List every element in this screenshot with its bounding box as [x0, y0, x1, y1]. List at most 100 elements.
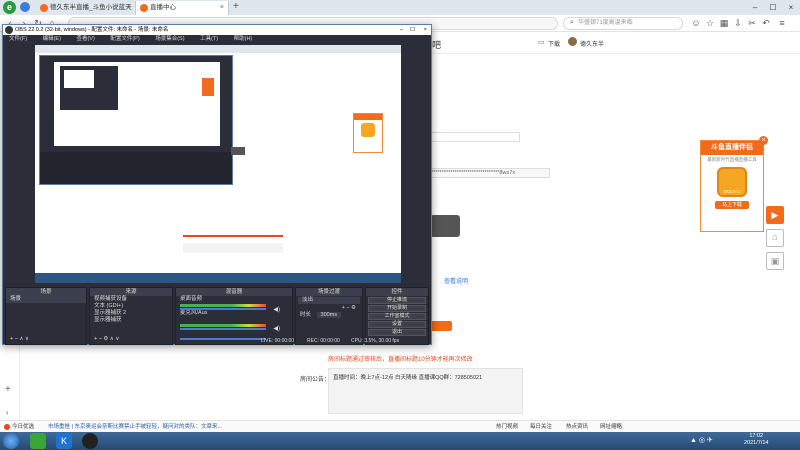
- undo-icon[interactable]: ↶: [760, 17, 772, 29]
- transition-controls-icon[interactable]: + – ⚙: [296, 305, 362, 312]
- k-app-icon[interactable]: K: [56, 433, 72, 449]
- user-icon[interactable]: ☺: [690, 17, 702, 29]
- menu-tools[interactable]: 工具(T): [200, 36, 218, 42]
- user-name[interactable]: 德久东半: [580, 39, 604, 48]
- tab-bar: e 德久东半直播_斗鱼小说蓝天 × 直播中心 × + – ☐ ×: [0, 0, 800, 15]
- client-icon[interactable]: ▣: [766, 252, 784, 270]
- menu-icon[interactable]: ≡: [776, 17, 788, 29]
- volume-slider[interactable]: [180, 328, 266, 330]
- download-icon[interactable]: ▭: [538, 38, 545, 46]
- home-float-icon[interactable]: ⌂: [766, 229, 784, 247]
- obs-taskbar-icon[interactable]: [82, 433, 98, 449]
- ad-logo-icon: DOUYU: [717, 167, 747, 197]
- ad-subtitle: 最新新时代直播直播工具: [707, 157, 757, 162]
- close-icon[interactable]: ×: [127, 1, 131, 15]
- minimize-button[interactable]: –: [400, 25, 403, 35]
- menu-view[interactable]: 查看(V): [76, 36, 94, 42]
- scenes-title: 场景: [6, 288, 86, 296]
- today-picks-icon: [4, 424, 10, 430]
- obs-menu-bar: 文件(F) 编辑(E) 查看(V) 配置文件(P) 场景集合(S) 工具(T) …: [3, 35, 431, 44]
- transitions-title: 场景过渡: [296, 288, 362, 296]
- transition-select[interactable]: 淡出: [298, 297, 360, 304]
- announce-textarea[interactable]: 直播时间：晚上7点-12点 白天随缘 直播课QQ群：728505021: [328, 368, 523, 414]
- page-header: 吧 ▭ 下载 德久东半: [430, 32, 800, 54]
- favorites-icon[interactable]: ☆: [704, 17, 716, 29]
- download-icon[interactable]: ⇩: [732, 17, 744, 29]
- clock[interactable]: 17:02 2021/7/14: [744, 433, 768, 447]
- volume-meter[interactable]: [180, 324, 266, 327]
- search-input[interactable]: 华盛顿71度高温来临: [563, 17, 683, 30]
- green-app-icon[interactable]: [30, 433, 46, 449]
- ad-download-button[interactable]: 马上下载: [715, 201, 749, 209]
- ad-logo-text: DOUYU: [723, 189, 741, 194]
- menu-file[interactable]: 文件(F): [9, 36, 27, 42]
- new-tab-button[interactable]: +: [233, 1, 239, 12]
- maximize-button[interactable]: ☐: [764, 0, 782, 15]
- preview-ad-logo: [361, 123, 375, 137]
- source-item[interactable]: 显示器捕获 2: [90, 310, 172, 317]
- save-button[interactable]: [430, 321, 452, 331]
- controls-title: 控件: [366, 288, 428, 296]
- preview-ad: [353, 113, 383, 153]
- download-link[interactable]: 下载: [548, 39, 560, 48]
- stop-streaming-button[interactable]: 停止推流: [368, 297, 426, 304]
- volume-slider[interactable]: [180, 308, 266, 310]
- start-recording-button[interactable]: 开始录制: [368, 305, 426, 312]
- start-icon[interactable]: [3, 433, 19, 449]
- tray-icons[interactable]: ▲ ◎ ✈: [690, 436, 713, 444]
- status-live: LIVE: 00:00:00: [261, 338, 295, 344]
- stream-key-field[interactable]: ********************************8ws7x: [430, 168, 550, 178]
- preview-browser-bar: [35, 45, 401, 53]
- tab-live-center[interactable]: 直播中心 ×: [136, 1, 229, 15]
- obs-preview[interactable]: [35, 45, 401, 283]
- title-input[interactable]: [430, 132, 520, 142]
- browser-logo-icon[interactable]: e: [3, 1, 16, 14]
- search-icon[interactable]: ⌕: [566, 17, 578, 29]
- source-item[interactable]: 视频捕获设备: [90, 296, 172, 303]
- video-icon[interactable]: ▶: [766, 206, 784, 224]
- close-icon[interactable]: ×: [759, 136, 768, 145]
- obs-window[interactable]: OBS 22.0.2 (32-bit, windows) - 配置文件: 未命名…: [2, 24, 432, 345]
- menu-edit[interactable]: 编辑(E): [43, 36, 61, 42]
- settings-button[interactable]: 设置: [368, 321, 426, 328]
- studio-mode-button[interactable]: 工作室模式: [368, 313, 426, 320]
- volume-meter[interactable]: [180, 304, 266, 307]
- exit-button[interactable]: 退出: [368, 329, 426, 336]
- maximize-button[interactable]: ☐: [410, 25, 415, 35]
- close-icon[interactable]: ×: [220, 1, 224, 15]
- clock-date: 2021/7/14: [744, 440, 769, 446]
- source-item[interactable]: 文本 (GDI+): [90, 303, 172, 310]
- mute-icon[interactable]: ◀): [273, 325, 280, 332]
- close-window-button[interactable]: ×: [782, 0, 800, 15]
- stream-key-value: ********************************8ws7x: [431, 170, 516, 176]
- ad-card[interactable]: 斗鱼直播伴侣 最新新时代直播直播工具 DOUYU 马上下载 ×: [700, 136, 768, 232]
- duration-row: 时长 300ms: [296, 312, 362, 319]
- scissors-icon[interactable]: ✂: [746, 17, 758, 29]
- collapse-icon[interactable]: ‹: [6, 408, 9, 417]
- close-window-button[interactable]: ×: [424, 25, 427, 35]
- duration-label: 时长: [300, 312, 312, 318]
- tab-menu-icon[interactable]: [20, 2, 30, 12]
- obs-title-bar[interactable]: OBS 22.0.2 (32-bit, windows) - 配置文件: 未命名…: [3, 25, 431, 35]
- obs-title: OBS 22.0.2 (32-bit, windows) - 配置文件: 未命名…: [15, 27, 169, 33]
- duration-input[interactable]: 300ms: [316, 312, 342, 318]
- preview-status-bar: [35, 273, 401, 283]
- copy-button[interactable]: [430, 215, 460, 237]
- scene-item[interactable]: 场景: [6, 296, 86, 303]
- mute-icon[interactable]: ◀): [273, 306, 280, 313]
- apps-icon[interactable]: ▦: [718, 17, 730, 29]
- tab-stream-room[interactable]: 德久东半直播_斗鱼小说蓝天 ×: [36, 1, 136, 15]
- menu-help[interactable]: 帮助(H): [234, 36, 253, 42]
- preview-ad-header: [354, 114, 382, 120]
- douyu-tab-icon: [140, 4, 148, 12]
- search-placeholder: 华盛顿71度高温来临: [578, 20, 633, 26]
- menu-profile[interactable]: 配置文件(P): [110, 36, 139, 42]
- add-icon[interactable]: +: [5, 384, 11, 395]
- obs-status-bar: LIVE: 00:00:00 REC: 00:00:00 CPU: 3.5%, …: [3, 337, 431, 345]
- help-link[interactable]: 查看说明: [444, 276, 468, 285]
- minimize-button[interactable]: –: [746, 0, 764, 15]
- avatar[interactable]: [568, 37, 577, 46]
- clock-time: 17:02: [749, 433, 764, 439]
- menu-scene-collection[interactable]: 场景集合(S): [155, 36, 184, 42]
- source-item[interactable]: 显示器捕获: [90, 317, 172, 324]
